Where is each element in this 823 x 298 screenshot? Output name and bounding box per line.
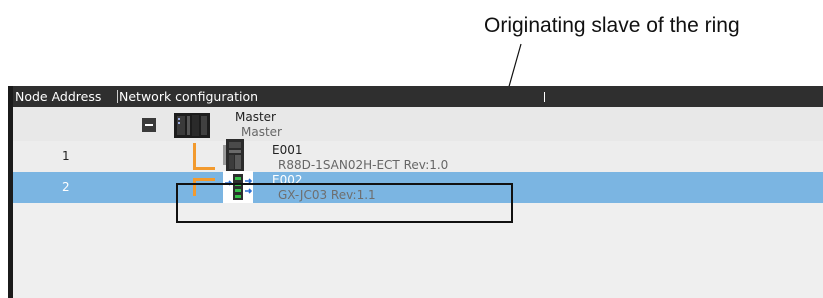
- node-address: 2: [62, 180, 70, 194]
- column-resize-marker[interactable]: [544, 92, 545, 102]
- device-model: R88D-1SAN02H-ECT Rev:1.0: [278, 158, 449, 172]
- column-header-network-configuration[interactable]: Network configuration: [119, 86, 258, 107]
- table-header: Node Address Network configuration: [13, 86, 823, 107]
- topology-wire: [193, 143, 196, 169]
- node-address: 1: [62, 149, 70, 163]
- topology-wire: [193, 167, 215, 170]
- column-header-node-address[interactable]: Node Address: [13, 86, 117, 107]
- device-subtitle-master: Master: [241, 125, 282, 139]
- collapse-icon[interactable]: [142, 118, 156, 132]
- controller-icon: [174, 111, 210, 144]
- callout-highlight-box: [176, 183, 513, 223]
- device-name: E001: [272, 143, 303, 157]
- table-row-master[interactable]: Master Master: [13, 107, 823, 141]
- column-separator[interactable]: [117, 90, 118, 103]
- device-name-master: Master: [235, 110, 276, 124]
- table-row[interactable]: 1 E001 R88D-1SAN02H-ECT Rev:1.0: [13, 139, 823, 173]
- topology-wire: [193, 178, 215, 181]
